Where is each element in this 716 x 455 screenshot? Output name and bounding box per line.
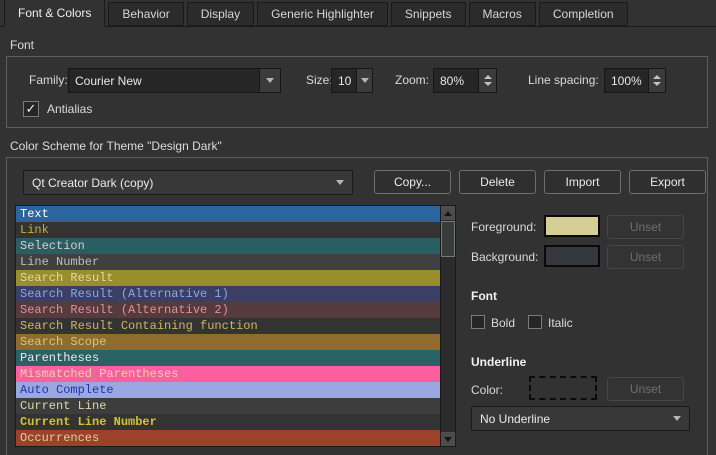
underline-color-swatch[interactable] — [529, 376, 597, 400]
list-item[interactable]: Search Result (Alternative 2) — [16, 302, 440, 318]
foreground-unset-button[interactable]: Unset — [607, 215, 684, 239]
spin-down-icon — [653, 82, 661, 86]
list-item[interactable]: Link — [16, 222, 440, 238]
zoom-spinbox[interactable]: 80% — [433, 68, 497, 93]
spin-up-icon — [653, 75, 661, 79]
background-unset-button[interactable]: Unset — [607, 245, 684, 269]
export-button[interactable]: Export — [629, 170, 706, 194]
list-item[interactable]: Search Result (Alternative 1) — [16, 286, 440, 302]
line-spacing-spinbox[interactable]: 100% — [604, 68, 666, 93]
font-family-value: Courier New — [69, 69, 259, 92]
zoom-spin-buttons[interactable] — [478, 69, 496, 92]
list-item[interactable]: Search Result Containing function — [16, 318, 440, 334]
list-item[interactable]: Line Number — [16, 254, 440, 270]
list-item[interactable]: Search Scope — [16, 334, 440, 350]
tab-generic-highlighter[interactable]: Generic Highlighter — [257, 2, 388, 26]
scrollbar-thumb[interactable] — [441, 221, 455, 257]
tab-completion[interactable]: Completion — [539, 2, 628, 26]
color-scheme-combobox[interactable]: Qt Creator Dark (copy) — [23, 170, 353, 195]
underline-style-combobox[interactable]: No Underline — [471, 406, 690, 431]
list-item[interactable]: Parentheses — [16, 350, 440, 366]
list-item[interactable]: Current Line Number — [16, 414, 440, 430]
underline-unset-button[interactable]: Unset — [607, 377, 684, 401]
chevron-down-icon — [673, 416, 681, 421]
spin-down-icon — [484, 82, 492, 86]
underline-section-header: Underline — [471, 355, 526, 369]
tab-display[interactable]: Display — [187, 2, 254, 26]
line-spacing-spin-buttons[interactable] — [648, 69, 665, 92]
color-scheme-group-title: Color Scheme for Theme "Design Dark" — [10, 139, 222, 153]
list-item[interactable]: Auto Complete — [16, 382, 440, 398]
list-item[interactable]: Mismatched Parentheses — [16, 366, 440, 382]
spin-up-icon — [484, 75, 492, 79]
tab-snippets[interactable]: Snippets — [391, 2, 466, 26]
chevron-down-icon — [336, 180, 344, 185]
list-item[interactable]: Text — [16, 206, 440, 222]
italic-label: Italic — [548, 316, 573, 330]
color-scheme-group-box: Qt Creator Dark (copy) Copy... Delete Im… — [6, 157, 708, 455]
scroll-up-icon — [444, 211, 452, 216]
family-label: Family: — [29, 73, 68, 87]
underline-color-label: Color: — [471, 383, 503, 397]
font-size-combobox[interactable]: 10 — [331, 68, 373, 93]
scroll-up-button[interactable] — [441, 206, 455, 220]
font-section-header: Font — [471, 289, 497, 303]
chevron-down-icon — [361, 78, 369, 83]
italic-checkbox[interactable] — [528, 315, 542, 329]
underline-style-value: No Underline — [480, 412, 550, 426]
font-family-combobox[interactable]: Courier New — [68, 68, 281, 93]
color-scheme-value: Qt Creator Dark (copy) — [32, 176, 153, 190]
font-group-box: Family: Courier New Size: 10 Zoom: 80% L… — [6, 56, 708, 128]
color-scheme-list-rows: TextLinkSelectionLine NumberSearch Resul… — [16, 206, 440, 446]
tab-bar: Font & ColorsBehaviorDisplayGeneric High… — [0, 0, 716, 27]
vertical-scrollbar[interactable] — [440, 206, 455, 446]
scroll-down-button[interactable] — [441, 432, 455, 446]
size-label: Size: — [306, 73, 333, 87]
list-item[interactable]: Occurrences — [16, 430, 440, 446]
foreground-swatch[interactable] — [544, 215, 600, 237]
background-swatch[interactable] — [544, 245, 600, 267]
font-group-title: Font — [10, 38, 34, 52]
bold-label: Bold — [491, 316, 515, 330]
list-item[interactable]: Search Result — [16, 270, 440, 286]
line-spacing-value: 100% — [605, 69, 648, 92]
antialias-label: Antialias — [47, 102, 92, 116]
import-button[interactable]: Import — [544, 170, 621, 194]
text-editor-preferences-pane: Font & ColorsBehaviorDisplayGeneric High… — [0, 0, 716, 455]
list-item[interactable]: Selection — [16, 238, 440, 254]
zoom-value: 80% — [434, 69, 478, 92]
list-item[interactable]: Current Line — [16, 398, 440, 414]
font-family-dropdown-button[interactable] — [259, 69, 280, 92]
font-size-dropdown-button[interactable] — [356, 69, 372, 92]
foreground-label: Foreground: — [471, 220, 536, 234]
color-scheme-list[interactable]: TextLinkSelectionLine NumberSearch Resul… — [15, 205, 456, 447]
tab-behavior[interactable]: Behavior — [108, 2, 183, 26]
tab-font-colors[interactable]: Font & Colors — [4, 0, 105, 27]
line-spacing-label: Line spacing: — [528, 73, 599, 87]
tab-macros[interactable]: Macros — [469, 2, 536, 26]
chevron-down-icon — [266, 78, 274, 83]
delete-button[interactable]: Delete — [459, 170, 536, 194]
scroll-down-icon — [444, 437, 452, 442]
antialias-checkbox[interactable]: ✓ — [23, 101, 39, 117]
copy-button[interactable]: Copy... — [374, 170, 451, 194]
zoom-label: Zoom: — [395, 73, 429, 87]
font-size-value: 10 — [332, 69, 356, 92]
background-label: Background: — [471, 250, 538, 264]
bold-checkbox[interactable] — [471, 315, 485, 329]
